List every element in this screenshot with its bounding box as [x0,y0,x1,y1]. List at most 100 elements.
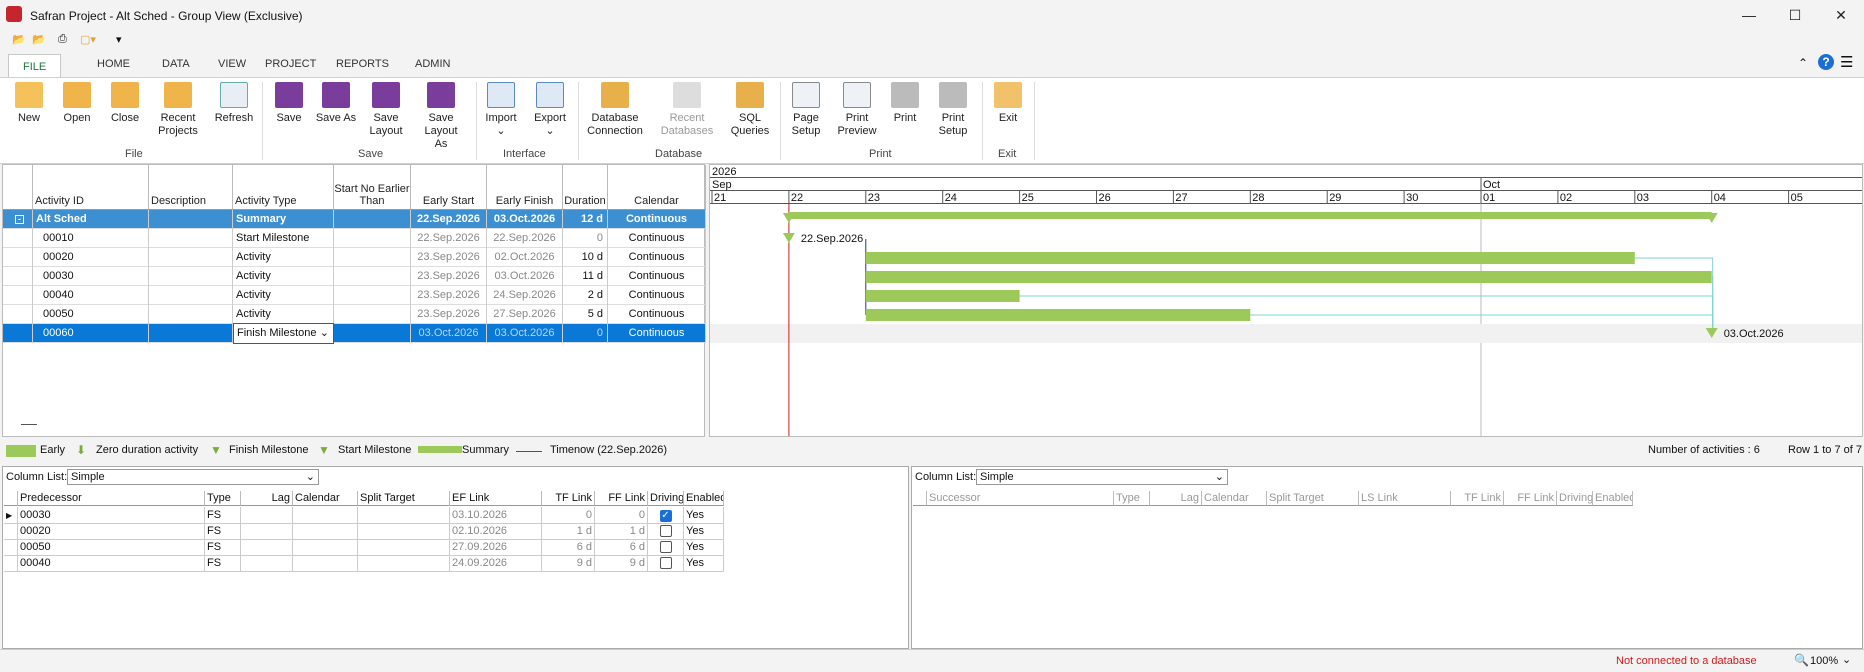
column-header-activity-id[interactable]: Activity ID [33,165,149,210]
pred-cell-ef[interactable]: 24.09.2026 [450,555,542,572]
cell-snet[interactable] [334,267,411,286]
driving-checkbox[interactable]: ✓ [648,507,684,524]
succ-header-ff-link[interactable]: FF Link [1504,491,1557,506]
cell-type[interactable]: Start Milestone [233,229,334,248]
pred-cell-empty[interactable] [241,539,293,556]
pred-header-tf-link[interactable]: TF Link [542,491,595,506]
pred-cell-empty[interactable] [293,523,358,540]
cell-desc[interactable] [149,286,233,305]
pred-cell-en[interactable]: Yes [684,555,724,572]
page-setup-button[interactable]: Page Setup [786,82,826,138]
pred-cell-tf[interactable]: 0 [542,507,595,524]
pred-cell-empty[interactable] [358,539,450,556]
open-button[interactable]: Open [60,82,94,125]
refresh-button[interactable]: Refresh [212,82,256,125]
pred-header-ff-link[interactable]: FF Link [595,491,648,506]
cell-id[interactable]: 00050 [33,305,149,324]
succ-column-list-select[interactable]: Simple ⌄ [976,469,1228,485]
cell-dur[interactable]: 2 d [563,286,608,305]
qat-open-project-icon[interactable]: 📂 [32,33,46,46]
column-header-calendar[interactable]: Calendar [608,165,706,210]
succ-header-lag[interactable]: Lag [1150,491,1202,506]
pred-cell-p[interactable]: 00030 [18,507,205,524]
pred-cell-empty[interactable] [241,507,293,524]
tab-file[interactable]: FILE [8,54,62,79]
cell-es[interactable]: 23.Sep.2026 [411,248,487,267]
cell-snet[interactable] [334,305,411,324]
column-header-activity-type[interactable]: Activity Type [233,165,334,210]
activity-row[interactable]: - Alt Sched Summary 22.Sep.2026 03.Oct.2026 1… [3,210,706,229]
pred-header-lag[interactable]: Lag [241,491,293,506]
cell-snet[interactable] [334,324,411,343]
activity-row[interactable]: 00060 Finish Milestone ⌄ 03.Oct.2026 03.Oct.… [3,323,706,344]
recent-projects-button[interactable]: Recent Projects [150,82,206,138]
row-header[interactable] [3,305,33,324]
unchecked-checkbox-icon[interactable] [659,525,672,537]
pred-cell-ef[interactable]: 03.10.2026 [450,507,542,524]
activity-row[interactable]: 00020 Activity 23.Sep.2026 02.Oct.2026 10 dC… [3,248,706,267]
cell-type[interactable]: Activity [233,305,334,324]
column-header-description[interactable]: Description [149,165,233,210]
pred-cell-p[interactable]: 00040 [18,555,205,572]
cell-cal[interactable]: Continuous [608,267,706,286]
unchecked-checkbox-icon[interactable] [659,557,672,569]
cell-desc[interactable] [149,229,233,248]
cell-es[interactable]: 22.Sep.2026 [411,210,487,229]
print-button[interactable]: Print [890,82,920,125]
pred-header-predecessor[interactable]: Predecessor [18,491,205,506]
tab-data[interactable]: DATA [162,58,190,70]
cell-snet[interactable] [334,286,411,305]
cell-dur[interactable]: 5 d [563,305,608,324]
cell-cal[interactable]: Continuous [608,324,706,343]
recent-databases-button[interactable]: Recent Databases [652,82,722,138]
cell-desc[interactable] [149,210,233,229]
cell-type[interactable]: Summary [233,210,334,229]
cell-id[interactable]: 00030 [33,267,149,286]
unchecked-checkbox-icon[interactable] [659,541,672,553]
column-header-early-finish[interactable]: Early Finish [487,165,563,210]
cell-cal[interactable]: Continuous [608,248,706,267]
cell-id[interactable]: 00020 [33,248,149,267]
activity-row[interactable]: 00050 Activity 23.Sep.2026 27.Sep.2026 5 d Co… [3,305,706,324]
zoom-icon[interactable]: 🔍 [1794,653,1809,667]
save-layout-button[interactable]: Save Layout [366,82,406,138]
pred-header-type[interactable]: Type [205,491,241,506]
zoom-chevron-down-icon[interactable]: ⌄ [1842,653,1851,666]
succ-header-driving[interactable]: Driving [1557,491,1593,506]
cell-desc[interactable] [149,324,233,343]
driving-checkbox[interactable] [648,539,684,556]
cell-dur[interactable]: 12 d [563,210,608,229]
row-header[interactable] [3,286,33,305]
cell-desc[interactable] [149,267,233,286]
qat-open-icon[interactable]: 📂 [12,33,26,46]
cell-type[interactable]: Activity [233,286,334,305]
cell-cal[interactable]: Continuous [608,210,706,229]
qat-print-icon[interactable]: ⎙ [58,33,67,46]
cell-cal[interactable]: Continuous [608,229,706,248]
activity-row[interactable]: 00030 Activity 23.Sep.2026 03.Oct.2026 11 dC… [3,267,706,286]
pred-header-ef-link[interactable]: EF Link [450,491,542,506]
cell-ef[interactable]: 03.Oct.2026 [487,324,563,343]
pred-header-enabled[interactable]: Enabled [684,491,724,506]
help-icon[interactable]: ? [1818,54,1834,70]
activity-row[interactable]: 00040 Activity 23.Sep.2026 24.Sep.2026 2 d Co… [3,286,706,305]
pred-cell-tf[interactable]: 6 d [542,539,595,556]
tab-home[interactable]: HOME [97,58,130,70]
print-preview-button[interactable]: Print Preview [834,82,880,138]
save-button[interactable]: Save [274,82,304,125]
save-layout-as-button[interactable]: Save Layout As [418,82,464,151]
cell-ef[interactable]: 03.Oct.2026 [487,267,563,286]
cell-desc[interactable] [149,305,233,324]
cell-ef[interactable]: 24.Sep.2026 [487,286,563,305]
collapse-icon[interactable]: - [3,210,33,229]
pred-header-driving[interactable]: Driving [648,491,684,506]
minimize-button[interactable]: — [1726,0,1772,30]
activity-row[interactable]: 00010 Start Milestone 22.Sep.2026 22.Sep.20… [3,229,706,248]
column-header-snet[interactable]: Start No Earlier Than [334,165,411,210]
cell-snet[interactable] [334,229,411,248]
pred-cell-en[interactable]: Yes [684,507,724,524]
menu-icon[interactable]: ☰ [1840,53,1853,71]
succ-header-calendar[interactable]: Calendar [1202,491,1267,506]
cell-es[interactable]: 03.Oct.2026 [411,324,487,343]
cell-snet[interactable] [334,210,411,229]
